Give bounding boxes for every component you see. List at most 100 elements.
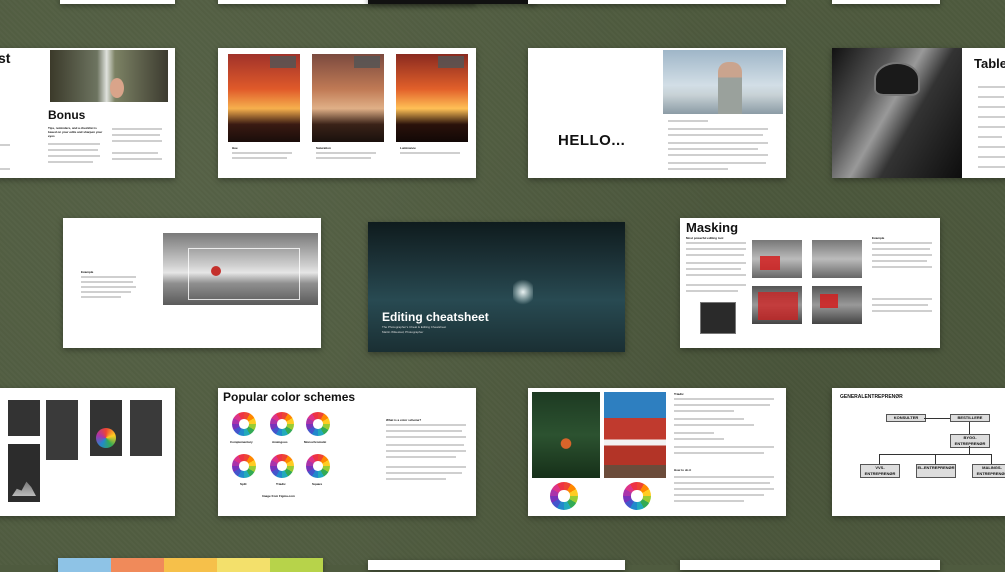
- person-head: [110, 78, 124, 98]
- text-block: [674, 452, 764, 454]
- text-block: [316, 152, 376, 154]
- mask-red-1: [760, 256, 780, 270]
- mask-red-3: [758, 292, 798, 320]
- slide-bonus[interactable]: st Bonus Tips, reminders, and a checklis…: [0, 48, 175, 178]
- slide-bottom-partial-3[interactable]: [680, 560, 940, 570]
- text-block: [674, 500, 744, 502]
- cover-title: Editing cheatsheet: [382, 310, 489, 324]
- text-block: [668, 148, 758, 150]
- mask-red-4: [820, 294, 838, 308]
- example-photo-overlay: [188, 248, 300, 300]
- color-schemes-heading: Popular color schemes: [223, 390, 356, 404]
- text-block: [386, 430, 462, 432]
- text-block: [686, 254, 744, 256]
- toc-item: [978, 126, 1005, 128]
- slide-bottom-partial-2[interactable]: [368, 560, 625, 570]
- text-block: [48, 161, 93, 163]
- cover-author: Martin Wikestad, Photographer: [382, 330, 424, 334]
- slide-bottom-partial-1[interactable]: [58, 558, 323, 572]
- text-block: [674, 446, 774, 448]
- cover-splash: [513, 277, 533, 307]
- text-block: [686, 268, 741, 270]
- slide-top-partial-1[interactable]: [60, 0, 175, 4]
- text-block: [674, 494, 764, 496]
- text-block: [81, 286, 136, 288]
- slide-org-chart[interactable]: GENERALENTREPRENØR KONSULTER BESTILLERE …: [832, 388, 1005, 516]
- slide-cover[interactable]: Editing cheatsheet The Photographer's Ch…: [368, 222, 625, 352]
- side-list: [0, 144, 10, 146]
- text-block: [48, 155, 100, 157]
- mask-panel: [700, 302, 736, 334]
- text-block: [668, 142, 768, 144]
- hsl-panel: [354, 56, 380, 68]
- triadic-heading: Triadic: [674, 392, 684, 396]
- slide-top-partial-4[interactable]: [528, 0, 786, 4]
- text-block: [872, 266, 932, 268]
- text-block: [81, 281, 133, 283]
- text-block: [112, 128, 162, 130]
- text-block: [112, 134, 160, 136]
- org-heading: GENERALENTREPRENØR: [840, 394, 903, 400]
- slide-top-partial-5[interactable]: [832, 0, 940, 4]
- text-block: [674, 398, 774, 400]
- text-block: [81, 296, 121, 298]
- text-block: [81, 276, 136, 278]
- text-block: [316, 157, 371, 159]
- text-block: [232, 157, 287, 159]
- text-block: [386, 466, 466, 468]
- slide-color-schemes[interactable]: Popular color schemes Complementary Anal…: [218, 388, 476, 516]
- slide-top-partial-3[interactable]: [368, 0, 536, 4]
- text-block: [674, 476, 774, 478]
- slide-example[interactable]: Example: [63, 218, 321, 348]
- plant-photo: [532, 392, 600, 478]
- slide-title-fragment: st: [0, 50, 11, 66]
- masking-example-label: Example: [872, 236, 885, 240]
- wheel-complementary: [232, 412, 256, 436]
- panel-screenshot: [8, 400, 40, 436]
- masking-heading: Masking: [686, 220, 739, 235]
- text-block: [686, 248, 746, 250]
- label-hue: Hue: [232, 146, 238, 150]
- label-luminance: Luminance: [400, 146, 416, 150]
- text-block: [386, 444, 464, 446]
- label-monochromatic: Monochromatic: [304, 440, 327, 444]
- text-block: [674, 438, 724, 440]
- text-block: [668, 128, 768, 130]
- text-block: [686, 284, 746, 286]
- node-malings: MALINGS-ENTREPRENØR: [972, 464, 1005, 478]
- slide-sunsets[interactable]: Hue Saturation Luminance: [218, 48, 476, 178]
- text-block: [686, 242, 746, 244]
- panel-screenshot: [130, 400, 162, 456]
- label-analogous: Analogous: [272, 440, 288, 444]
- bonus-subheading: Tips, reminders, and a checklist is base…: [48, 126, 103, 138]
- text-block: [872, 310, 932, 312]
- text-block: [232, 152, 292, 154]
- connector: [879, 454, 880, 464]
- text-block: [112, 158, 162, 160]
- text-block: [674, 482, 770, 484]
- toc-item: [978, 156, 1005, 158]
- image-credit: Image from Figma.com: [262, 494, 295, 498]
- slide-table-of-contents[interactable]: Table: [832, 48, 1005, 178]
- slide-hello[interactable]: HELLO...: [528, 48, 786, 178]
- panel-screenshot: [46, 400, 78, 460]
- masking-subheading: Most powerful editing tool: [686, 236, 724, 240]
- slide-triadic[interactable]: Triadic How to do it: [528, 388, 786, 516]
- text-block: [668, 120, 708, 122]
- side-heading: What is a color scheme?: [386, 418, 422, 422]
- mask-photo-2: [812, 240, 862, 278]
- toc-item: [978, 166, 1005, 168]
- waterfall-photo: [50, 50, 168, 102]
- connector: [924, 418, 950, 419]
- toc-item: [978, 136, 1002, 138]
- toc-item: [978, 146, 1005, 148]
- slide-hsl-panels[interactable]: [0, 388, 175, 516]
- hsl-panel: [270, 56, 296, 68]
- color-wheel-panel: [96, 428, 116, 448]
- cover-subtitle: The Photographer's Cheat & Editing Cheat…: [382, 325, 447, 329]
- text-block: [668, 154, 768, 156]
- bonus-heading: Bonus: [48, 108, 86, 122]
- table-heading: Table: [974, 56, 1005, 71]
- slide-masking[interactable]: Masking Most powerful editing tool Examp…: [680, 218, 940, 348]
- triadic-wheel-1: [550, 482, 578, 510]
